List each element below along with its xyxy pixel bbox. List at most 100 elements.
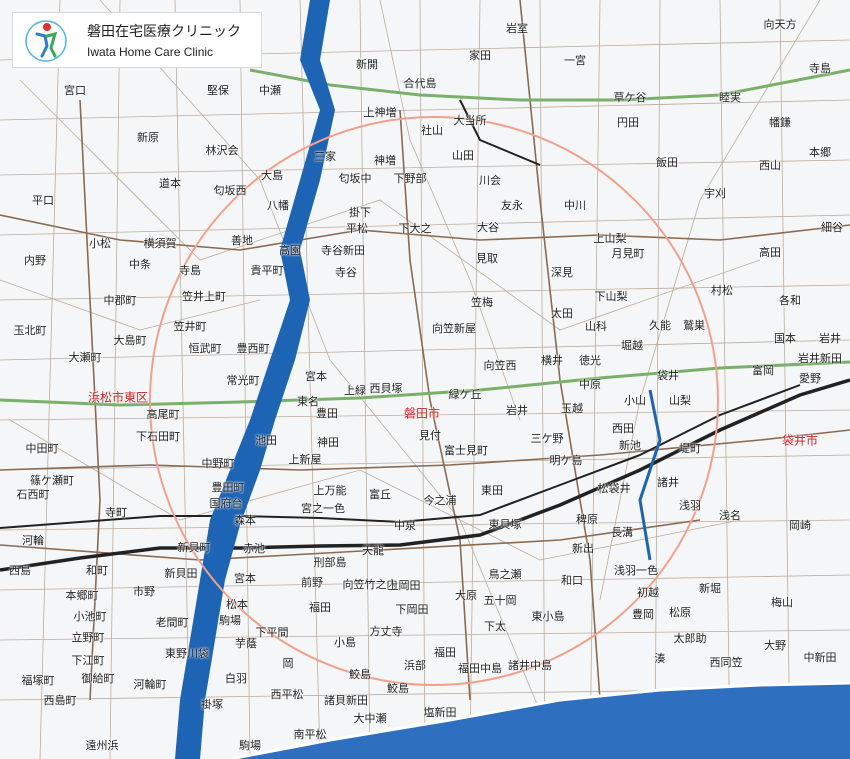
place-label: 笠井町 (173, 320, 207, 333)
place-label: 今之浦 (423, 494, 457, 507)
place-label: 内野 (24, 254, 46, 267)
clinic-logo-icon (25, 20, 67, 62)
place-label: 見付 (419, 429, 441, 442)
place-label: 河輪 (22, 534, 44, 547)
place-label: 浜部 (404, 659, 426, 672)
place-label: 豊西町 (236, 342, 270, 355)
place-label: 下石田町 (136, 430, 180, 443)
place-label: 袋井 (657, 369, 679, 382)
place-label: 宮本 (305, 370, 327, 383)
place-label: 下平間 (255, 626, 289, 639)
place-label: 岩井新田 (798, 352, 842, 365)
place-label: 大当所 (453, 114, 487, 127)
place-label: 深見 (551, 266, 573, 279)
place-label: 五十岡 (483, 594, 517, 607)
place-label: 堀越 (621, 339, 643, 352)
place-label: 福塚町 (21, 674, 55, 687)
place-label: 中条 (129, 258, 151, 271)
place-label: 下野部 (393, 172, 427, 185)
place-label: 高園 (279, 244, 301, 257)
place-label: 小島 (334, 636, 356, 649)
place-label: 岩井 (506, 404, 528, 417)
place-label: 国府台 (209, 497, 243, 510)
place-label: 下岡田 (395, 603, 429, 616)
map-canvas[interactable] (0, 0, 850, 759)
place-label: 西貝塚 (369, 382, 403, 395)
place-label: 小山 (624, 394, 646, 407)
place-label: 老間町 (155, 616, 189, 629)
place-label: 新出 (572, 542, 594, 555)
place-label: 新開 (356, 58, 378, 71)
place-label: 幡鎌 (769, 116, 791, 129)
place-label: 平松 (346, 222, 368, 235)
clinic-name-jp: 磐田在宅医療クリニック (87, 24, 241, 40)
place-label: 向天方 (763, 18, 797, 31)
place-label: 山梨 (669, 394, 691, 407)
place-label: 立野町 (71, 631, 105, 644)
place-label: 宮口 (64, 84, 86, 97)
place-label: 家田 (469, 49, 491, 62)
place-label: 小松 (89, 237, 111, 250)
place-label: 太郎助 (673, 632, 707, 645)
place-label: 大瀬町 (68, 351, 102, 364)
place-label: 下江町 (71, 654, 105, 667)
place-label: 愛野 (799, 372, 821, 385)
place-label: 高尾町 (146, 408, 180, 421)
place-label: 白羽 (225, 672, 247, 685)
place-label: 八幡 (267, 199, 289, 212)
place-label: 笠井上町 (182, 290, 226, 303)
place-label: 富丘 (369, 488, 391, 501)
place-label: 南平松 (293, 728, 327, 741)
place-label: 福田中島 (458, 662, 502, 675)
place-label: 富岡 (752, 364, 774, 377)
city-label-fukuroi: 袋井市 (781, 433, 819, 448)
place-label: 大島町 (113, 334, 147, 347)
place-label: 高田 (759, 246, 781, 259)
place-label: 掛下 (349, 206, 371, 219)
place-label: 豊田町 (211, 481, 245, 494)
place-label: 上万能 (313, 484, 347, 497)
place-label: 明ケ島 (549, 454, 583, 467)
place-label: 東田 (481, 484, 503, 497)
place-label: 細谷 (821, 221, 843, 234)
place-label: 中川 (564, 199, 586, 212)
place-label: 緑ケ丘 (448, 388, 482, 401)
place-label: 池田 (255, 434, 277, 447)
place-label: 月見町 (611, 247, 645, 260)
place-label: 岡崎 (789, 519, 811, 532)
place-label: 西平松 (270, 688, 304, 701)
place-label: 山科 (585, 320, 607, 333)
place-label: 山田 (452, 149, 474, 162)
place-label: 浅羽 (679, 499, 701, 512)
place-label: 浅名 (719, 509, 741, 522)
place-label: 西山 (759, 159, 781, 172)
place-label: 掛塚 (201, 698, 223, 711)
place-label: 新池 (619, 439, 641, 452)
place-label: 玉北町 (13, 324, 47, 337)
place-label: 東野川袋 (165, 647, 209, 660)
place-label: 初越 (637, 586, 659, 599)
place-label: 上神増 (363, 106, 397, 119)
place-label: 梅山 (771, 596, 793, 609)
place-label: 西同笠 (709, 656, 743, 669)
place-label: 新堀 (699, 582, 721, 595)
place-label: 本郷町 (65, 589, 99, 602)
place-label: 川会 (479, 174, 501, 187)
place-label: 恒武町 (188, 342, 222, 355)
place-label: 中野町 (201, 457, 235, 470)
place-label: 見取 (476, 252, 498, 265)
place-label: 和口 (561, 574, 583, 587)
place-label: 塩新田 (423, 706, 457, 719)
place-label: 各和 (779, 294, 801, 307)
place-label: 貴平町 (250, 264, 284, 277)
place-label: 合代島 (403, 77, 437, 90)
place-label: 一宮 (564, 54, 586, 67)
place-label: 飯田 (656, 156, 678, 169)
place-label: 東小島 (531, 610, 565, 623)
place-label: 三ケ野 (530, 432, 564, 445)
place-label: 前野 (301, 576, 323, 589)
place-label: 大原 (455, 589, 477, 602)
place-label: 大野 (764, 639, 786, 652)
place-label: 岩井 (819, 332, 841, 345)
place-label: 円田 (617, 116, 639, 129)
